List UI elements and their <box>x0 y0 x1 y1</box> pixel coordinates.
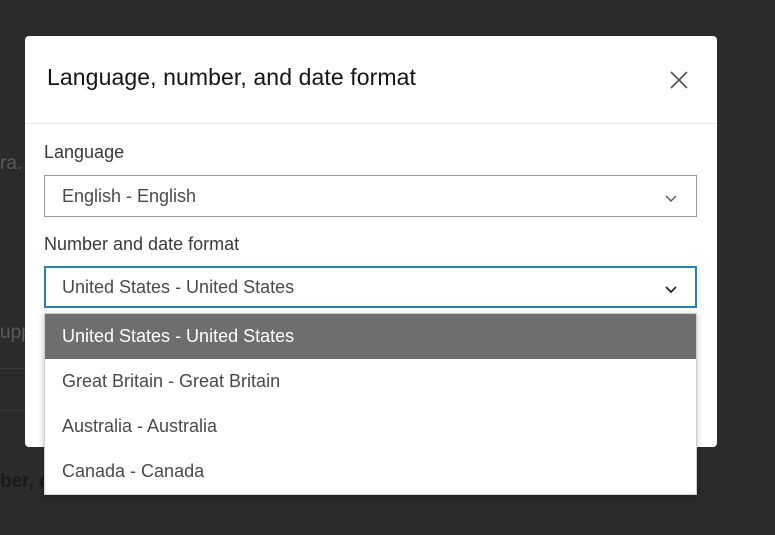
language-select[interactable]: English - English <box>44 175 697 217</box>
close-icon <box>665 66 693 94</box>
number-date-format-select[interactable]: United States - United States <box>44 266 697 308</box>
format-option-great-britain[interactable]: Great Britain - Great Britain <box>45 359 696 404</box>
chevron-down-icon <box>664 281 678 299</box>
dialog-title: Language, number, and date format <box>47 64 417 90</box>
format-option-canada[interactable]: Canada - Canada <box>45 449 696 494</box>
background-text-fragment: ra. <box>0 153 23 174</box>
format-option-australia[interactable]: Australia - Australia <box>45 404 696 449</box>
language-select-value: English - English <box>62 186 197 206</box>
background-divider <box>0 368 25 369</box>
language-label: Language <box>44 142 125 162</box>
close-button[interactable] <box>665 66 693 94</box>
chevron-down-icon <box>664 190 678 208</box>
background-divider <box>0 410 25 411</box>
number-date-format-options: United States - United States Great Brit… <box>44 313 697 495</box>
number-date-format-select-value: United States - United States <box>62 277 295 297</box>
number-date-format-label: Number and date format <box>44 234 240 254</box>
dialog-header: Language, number, and date format <box>25 36 717 124</box>
format-option-united-states[interactable]: United States - United States <box>45 314 696 359</box>
